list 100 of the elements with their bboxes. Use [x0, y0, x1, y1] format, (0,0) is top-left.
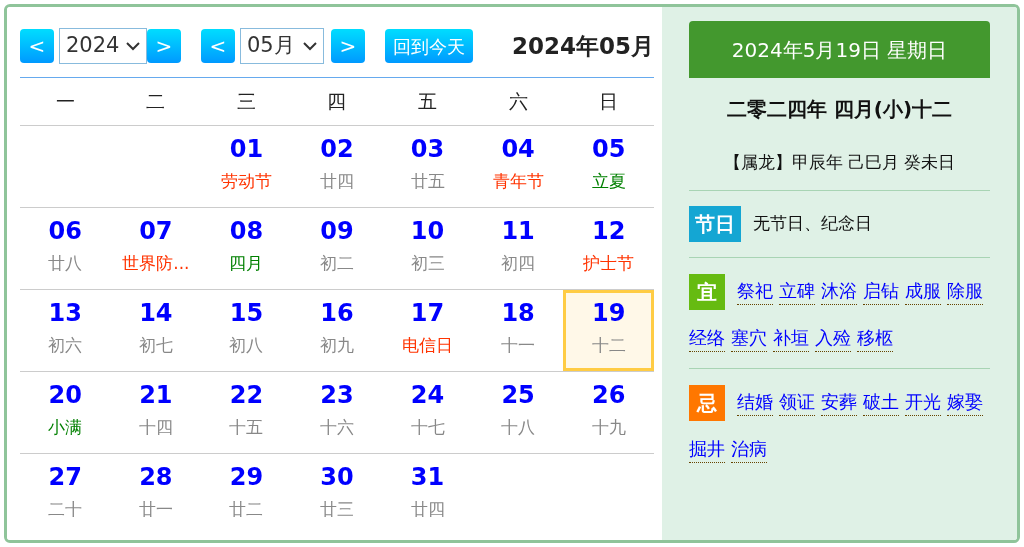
day-cell[interactable]: 13 初六: [20, 290, 111, 371]
day-number: 22: [229, 380, 264, 411]
dropdown[interactable]: 2024: [59, 28, 147, 64]
day-cell[interactable]: 16 初九: [291, 290, 383, 371]
day-cell[interactable]: 20 小满: [20, 372, 111, 453]
activity-link[interactable]: 塞穴: [731, 325, 767, 352]
day-cell[interactable]: 28 廿一: [110, 454, 202, 536]
day-note: 护士节: [583, 252, 635, 275]
activity-link[interactable]: 领证: [779, 389, 815, 416]
lunar-date: 二零二四年 四月(小)十二: [725, 96, 954, 123]
day-number: 12: [592, 216, 626, 247]
day-cell[interactable]: 19 十二: [563, 290, 654, 371]
ganzhi-text: 【属龙】甲辰年 己巳月 癸未日: [722, 151, 957, 174]
day-number: 07: [139, 216, 173, 247]
day-cell[interactable]: 07 世界防...: [110, 208, 202, 289]
day-cell[interactable]: 04 青年节: [472, 126, 564, 207]
festival-text: 无节日、纪念日: [753, 211, 872, 235]
activity-link[interactable]: 祭祀: [737, 278, 773, 305]
day-cell[interactable]: 09 初二: [291, 208, 383, 289]
day-cell[interactable]: 01 劳动节: [201, 126, 292, 207]
day-cell[interactable]: 14 初七: [110, 290, 202, 371]
day-note: 廿一: [138, 498, 173, 521]
day-cell[interactable]: 02 廿四: [291, 126, 383, 207]
activity-link[interactable]: 破土: [863, 389, 899, 416]
day-note: 廿四: [320, 170, 354, 193]
day-cell[interactable]: 22 十五: [201, 372, 292, 453]
activity-link[interactable]: 嫁娶: [947, 389, 983, 416]
day-note: 世界防...: [122, 252, 190, 275]
day-number: 08: [229, 216, 264, 247]
day-cell[interactable]: 25 十八: [472, 372, 564, 453]
day-number: 05: [592, 134, 626, 165]
activity-link[interactable]: 补垣: [773, 325, 809, 352]
day-cell[interactable]: 12 护士节: [563, 208, 654, 289]
weekday-header: 五: [417, 89, 439, 115]
day-number: 19: [592, 298, 626, 329]
day-number: 30: [320, 462, 354, 493]
day-number: 01: [229, 134, 264, 165]
dropdown[interactable]: 05月: [240, 28, 324, 64]
activity-link[interactable]: 立碑: [779, 278, 815, 305]
chevron-down-icon: [303, 41, 317, 51]
day-number: 11: [501, 216, 535, 247]
day-cell[interactable]: 08 四月: [201, 208, 292, 289]
weekday-header: 二: [145, 89, 167, 115]
day-cell[interactable]: 05 立夏: [563, 126, 654, 207]
day-cell[interactable]: 10 初三: [382, 208, 473, 289]
day-note: 初四: [501, 252, 536, 275]
day-cell[interactable]: 11 初四: [472, 208, 564, 289]
day-note: 十五: [229, 416, 264, 439]
day-cell[interactable]: 18 十一: [472, 290, 564, 371]
day-note: 初三: [410, 252, 445, 275]
weekday-header: 日: [598, 89, 620, 115]
auspicious-badge: 宜: [689, 273, 725, 310]
day-cell[interactable]: 06 廿八: [20, 208, 111, 289]
day-number: 24: [410, 380, 445, 411]
activity-link[interactable]: 除服: [947, 278, 983, 305]
day-note: 初二: [320, 252, 354, 275]
activity-link[interactable]: 经络: [689, 325, 725, 352]
day-number: 28: [139, 462, 173, 493]
day-note: 初七: [138, 334, 173, 357]
day-number: 25: [501, 380, 535, 411]
day-number: 20: [48, 380, 82, 411]
activity-link[interactable]: 掘井: [689, 436, 725, 463]
day-cell[interactable]: 30 廿三: [291, 454, 383, 536]
day-number: 02: [320, 134, 354, 165]
day-cell[interactable]: 27 二十: [20, 454, 111, 536]
day-note: 小满: [48, 416, 83, 439]
day-note: 初八: [229, 334, 264, 357]
day-cell[interactable]: 29 廿二: [201, 454, 292, 536]
activity-link[interactable]: 开光: [905, 389, 941, 416]
day-note: 廿三: [320, 498, 354, 521]
activity-link[interactable]: 移柩: [857, 325, 893, 352]
chevron-down-icon: [126, 41, 140, 51]
day-cell[interactable]: 17 电信日: [382, 290, 473, 371]
day-cell[interactable]: 03 廿五: [382, 126, 473, 207]
activity-link[interactable]: 入殓: [815, 325, 851, 352]
day-note: 十七: [410, 416, 445, 439]
day-cell[interactable]: 21 十四: [110, 372, 202, 453]
day-cell[interactable]: 23 十六: [291, 372, 383, 453]
day-note: 十九: [591, 416, 626, 439]
day-cell[interactable]: 15 初八: [201, 290, 292, 371]
day-number: 15: [229, 298, 264, 329]
activity-link[interactable]: 成服: [905, 278, 941, 305]
activity-link[interactable]: 启钻: [863, 278, 899, 305]
activity-link[interactable]: 安葬: [821, 389, 857, 416]
day-number: 17: [410, 298, 445, 329]
day-cell[interactable]: 26 十九: [563, 372, 654, 453]
month-title: 2024年05月: [511, 31, 654, 61]
day-note: 廿八: [48, 252, 83, 275]
day-cell[interactable]: 31 廿四: [382, 454, 473, 536]
weekday-header: 一: [54, 89, 76, 115]
activity-link[interactable]: 治病: [731, 436, 767, 463]
day-note: 初九: [320, 334, 354, 357]
day-note: 二十: [48, 498, 83, 521]
day-note: 劳动节: [220, 170, 272, 193]
activity-link[interactable]: 结婚: [737, 389, 773, 416]
day-note: 廿二: [229, 498, 264, 521]
day-note: 十八: [501, 416, 536, 439]
day-number: 14: [139, 298, 173, 329]
activity-link[interactable]: 沐浴: [821, 278, 857, 305]
day-cell[interactable]: 24 十七: [382, 372, 473, 453]
